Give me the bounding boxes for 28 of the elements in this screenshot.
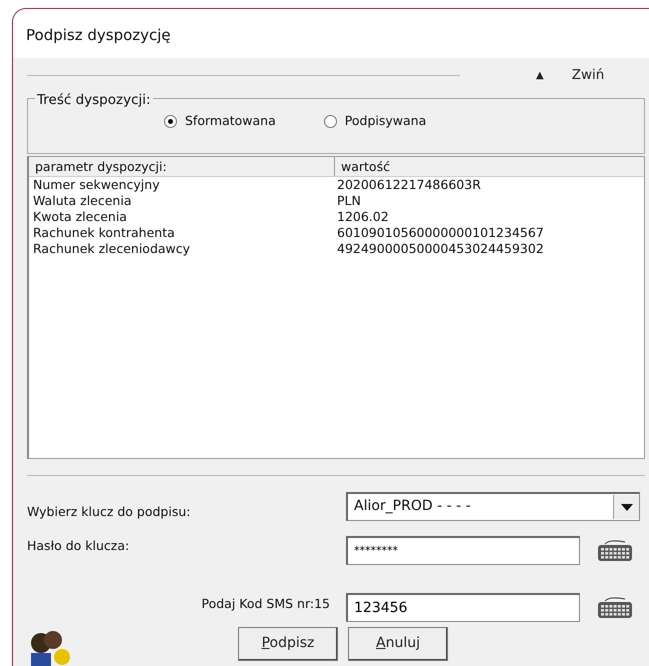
table-cell-text: Kwota zlecenia — [32, 209, 128, 225]
table-cell-text: 1206.02 — [336, 209, 389, 225]
password-label: Hasło do klucza: — [27, 536, 130, 555]
cancel-button[interactable]: Anuluj — [348, 626, 448, 661]
sms-code-label: Podaj Kod SMS nr:15 — [200, 594, 331, 613]
window-title: Podpisz dyspozycję — [13, 9, 649, 58]
keyboard-icon[interactable] — [597, 595, 633, 620]
radio-icon[interactable] — [324, 114, 337, 128]
column-header: parametr dyspozycji: — [29, 157, 335, 176]
radio-option[interactable]: Podpisywana — [324, 112, 426, 131]
table-cell-text: PLN — [336, 193, 361, 209]
table-cell-text: Numer sekwencyjny — [32, 177, 161, 193]
radio-icon[interactable] — [164, 114, 177, 128]
table-cell-text: Waluta zlecenia — [32, 193, 132, 209]
sms-code-field[interactable]: 123456 — [346, 592, 580, 622]
table-cell-text: 49249000050000453024459302 — [336, 241, 544, 257]
password-field[interactable]: ******** — [346, 536, 580, 565]
table-cell-text: 20200612217486603R — [336, 177, 481, 193]
radio-option[interactable]: Sformatowana — [164, 112, 276, 131]
keyboard-icon[interactable] — [597, 538, 633, 562]
column-header: wartość — [340, 158, 391, 176]
key-select[interactable]: Alior_PROD - - - - — [346, 492, 640, 521]
table-cell-text: 60109010560000000101234567 — [336, 225, 544, 241]
collapse-button[interactable]: ▲ Zwiń — [536, 64, 604, 86]
table-cell-text: Rachunek zleceniodawcy — [32, 241, 192, 257]
table-cell-text: Rachunek kontrahenta — [32, 225, 176, 241]
sign-button[interactable]: Podpisz — [238, 626, 338, 661]
key-label: Wybierz klucz do podpisu: — [27, 503, 192, 521]
